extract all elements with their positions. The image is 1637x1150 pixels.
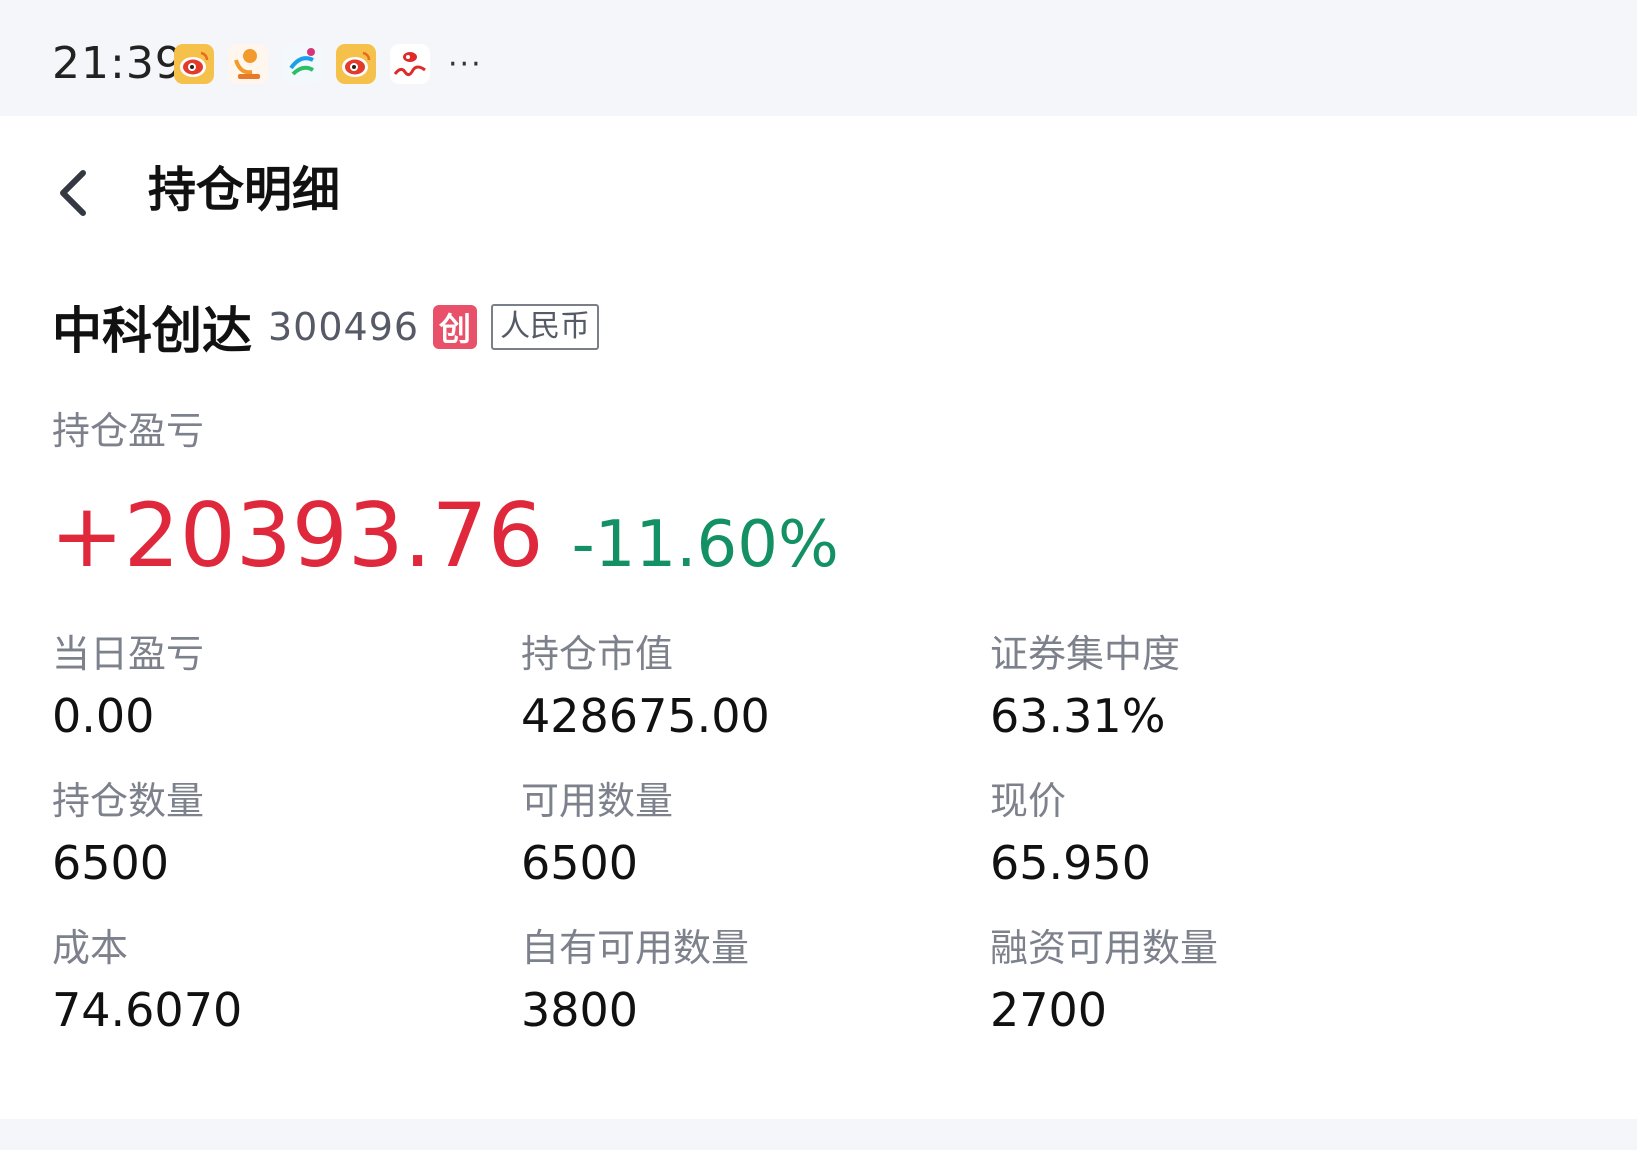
metric-label: 持仓数量 [52,779,205,823]
metric-value: 6500 [52,836,170,890]
status-bar: 21:39 ··· [0,0,1637,116]
weibo-icon [174,44,214,84]
metric-position-quantity: 持仓数量 6500 [52,775,521,922]
metric-value: 74.6070 [52,983,243,1037]
metric-label: 融资可用数量 [990,926,1219,970]
chevron-left-icon [60,170,86,216]
metric-value: 3800 [521,983,639,1037]
metric-concentration: 证券集中度 63.31% [990,628,1459,775]
china-mobile-icon [282,44,322,84]
bottom-strip [0,1119,1637,1150]
metric-label: 自有可用数量 [521,926,750,970]
metric-label: 成本 [52,926,129,970]
page-title: 持仓明细 [148,162,341,218]
stock-header: 中科创达 300496 创 人民币 [52,292,600,362]
notification-icons: ··· [174,42,483,86]
position-pnl-amount: +20393.76 [50,484,544,587]
metric-available-quantity: 可用数量 6500 [521,775,990,922]
sinfo-app-icon [228,44,268,84]
metrics-grid: 当日盈亏 0.00 持仓市值 428675.00 证券集中度 63.31% 持仓… [52,628,1472,1069]
metric-value: 63.31% [990,689,1166,743]
position-pnl-ratio: -11.60% [571,508,839,582]
metric-value: 428675.00 [521,689,770,743]
sina-icon [390,44,430,84]
metric-label: 证券集中度 [990,632,1181,676]
metric-label: 当日盈亏 [52,632,205,676]
metric-current-price: 现价 65.950 [990,775,1459,922]
status-time: 21:39 [52,38,184,89]
stock-name: 中科创达 [52,302,252,360]
metric-label: 持仓市值 [521,632,674,676]
metric-daily-pnl: 当日盈亏 0.00 [52,628,521,775]
metric-value: 6500 [521,836,639,890]
metric-cost: 成本 74.6070 [52,922,521,1069]
metric-label: 可用数量 [521,779,674,823]
metric-margin-available-quantity: 融资可用数量 2700 [990,922,1459,1069]
back-button[interactable] [48,158,98,228]
metric-value: 0.00 [52,689,155,743]
position-pnl-label: 持仓盈亏 [52,409,205,453]
weibo-icon [336,44,376,84]
metric-value: 2700 [990,983,1108,1037]
currency-badge: 人民币 [491,304,600,350]
position-detail-panel: 持仓明细 中科创达 300496 创 人民币 持仓盈亏 +20393.76 -1… [0,116,1637,1119]
metric-value: 65.950 [990,836,1151,890]
position-pnl: +20393.76 -11.60% [50,486,839,586]
chinext-board-badge: 创 [433,305,478,349]
metric-label: 现价 [990,779,1067,823]
stock-code: 300496 [268,305,420,349]
more-notifications-icon: ··· [448,46,483,82]
metric-own-available-quantity: 自有可用数量 3800 [521,922,990,1069]
metric-market-value: 持仓市值 428675.00 [521,628,990,775]
